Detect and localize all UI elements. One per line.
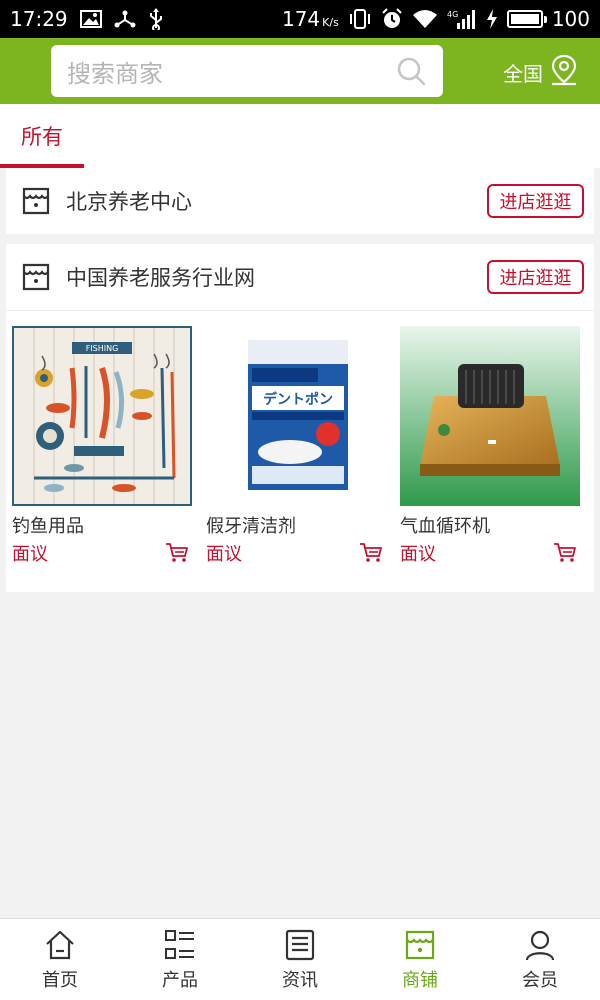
store-icon xyxy=(20,185,52,217)
share-icon xyxy=(114,9,136,29)
svg-text:FISHING: FISHING xyxy=(86,344,119,353)
store-header: 北京养老中心 进店逛逛 xyxy=(6,168,594,234)
region-label: 全国 xyxy=(503,62,543,86)
product-price: 面议 xyxy=(12,544,48,565)
news-icon xyxy=(283,928,317,962)
product-price: 面议 xyxy=(400,544,436,565)
nav-label: 首页 xyxy=(42,969,78,991)
status-bar: 17:29 174 K/s 4G 100 xyxy=(0,0,600,38)
region-selector[interactable]: 全国 xyxy=(503,54,579,91)
product-name[interactable]: 假牙清洁剂 xyxy=(206,512,386,538)
usb-icon xyxy=(148,8,164,30)
charging-icon xyxy=(486,9,498,29)
svg-text:デントポン: デントポン xyxy=(263,391,333,408)
nav-news[interactable]: 资讯 xyxy=(240,919,360,1000)
store-header: 中国养老服务行业网 进店逛逛 xyxy=(6,244,594,310)
category-tabs: 所有 xyxy=(0,104,600,168)
add-to-cart-icon[interactable] xyxy=(552,540,578,566)
net-speed: 174 K/s xyxy=(281,7,339,31)
denture-cleaner-image[interactable]: デントポン xyxy=(206,326,386,506)
product-name[interactable]: 钓鱼用品 xyxy=(12,512,192,538)
product-price: 面议 xyxy=(206,544,242,565)
product-footer: 面议 xyxy=(206,540,386,566)
header-bar: 搜索商家 全国 xyxy=(0,38,600,104)
tab-all[interactable]: 所有 xyxy=(0,104,84,168)
location-pin-icon xyxy=(549,54,579,91)
nav-label: 商铺 xyxy=(402,969,438,991)
home-icon xyxy=(43,928,77,962)
nav-label: 会员 xyxy=(522,969,558,991)
store-card: 中国养老服务行业网 进店逛逛 FISHING 钓鱼用品 面议 デントポン 假牙清… xyxy=(6,244,594,592)
bottom-navigation: 首页 产品 资讯 商铺 会员 xyxy=(0,918,600,1000)
add-to-cart-icon[interactable] xyxy=(164,540,190,566)
product-item[interactable]: 气血循环机 面议 xyxy=(400,326,580,566)
search-placeholder: 搜索商家 xyxy=(67,59,163,88)
product-footer: 面议 xyxy=(12,540,192,566)
product-name[interactable]: 气血循环机 xyxy=(400,512,580,538)
battery-icon xyxy=(506,10,547,28)
store-icon xyxy=(403,928,437,962)
enter-store-button[interactable]: 进店逛逛 xyxy=(487,260,584,294)
status-time: 17:29 xyxy=(10,7,68,31)
alarm-icon xyxy=(381,8,403,30)
nav-home[interactable]: 首页 xyxy=(0,919,120,1000)
battery-percent: 100 xyxy=(551,7,590,31)
svg-text:4G: 4G xyxy=(447,10,458,19)
search-icon[interactable] xyxy=(395,55,427,87)
store-name[interactable]: 北京养老中心 xyxy=(66,186,487,216)
signal-icon: 4G xyxy=(447,9,477,29)
product-grid: FISHING 钓鱼用品 面议 デントポン 假牙清洁剂 面议 气血循环机 面议 xyxy=(6,311,594,566)
search-input[interactable]: 搜索商家 xyxy=(51,45,443,97)
nav-label: 产品 xyxy=(162,969,198,991)
vibrate-icon xyxy=(348,8,372,30)
wifi-icon xyxy=(412,9,438,29)
nav-member[interactable]: 会员 xyxy=(480,919,600,1000)
nav-products[interactable]: 产品 xyxy=(120,919,240,1000)
store-icon xyxy=(20,261,52,293)
product-item[interactable]: FISHING 钓鱼用品 面议 xyxy=(12,326,192,566)
add-to-cart-icon[interactable] xyxy=(358,540,384,566)
circulation-machine-image[interactable] xyxy=(400,326,580,506)
fishing-gear-image[interactable]: FISHING xyxy=(12,326,192,506)
product-footer: 面议 xyxy=(400,540,580,566)
list-icon xyxy=(163,928,197,962)
image-icon xyxy=(79,10,102,28)
enter-store-button[interactable]: 进店逛逛 xyxy=(487,184,584,218)
product-item[interactable]: デントポン 假牙清洁剂 面议 xyxy=(206,326,386,566)
user-icon xyxy=(523,928,557,962)
store-card: 北京养老中心 进店逛逛 xyxy=(6,168,594,234)
store-name[interactable]: 中国养老服务行业网 xyxy=(66,262,487,292)
nav-label: 资讯 xyxy=(282,969,318,991)
nav-stores[interactable]: 商铺 xyxy=(360,919,480,1000)
